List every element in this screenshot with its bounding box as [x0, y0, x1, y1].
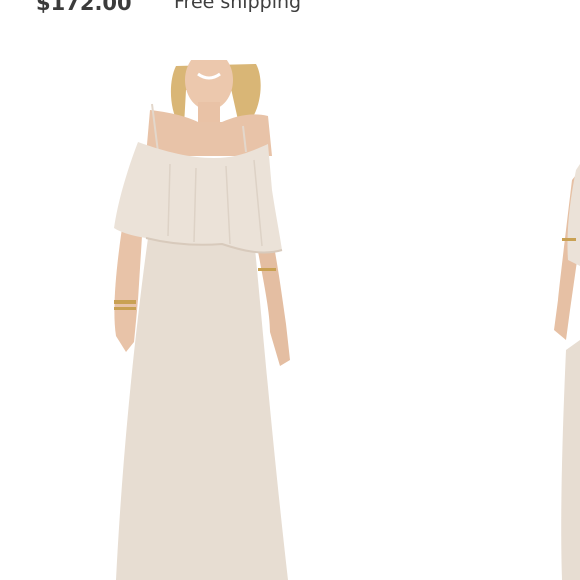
image-carousel[interactable] [0, 60, 580, 580]
shipping-label: Free shipping [174, 0, 302, 13]
price-label: $172.00 [36, 0, 132, 15]
listing-header: $172.00 Free shipping [0, 0, 580, 21]
dress-photo[interactable] [0, 60, 580, 580]
